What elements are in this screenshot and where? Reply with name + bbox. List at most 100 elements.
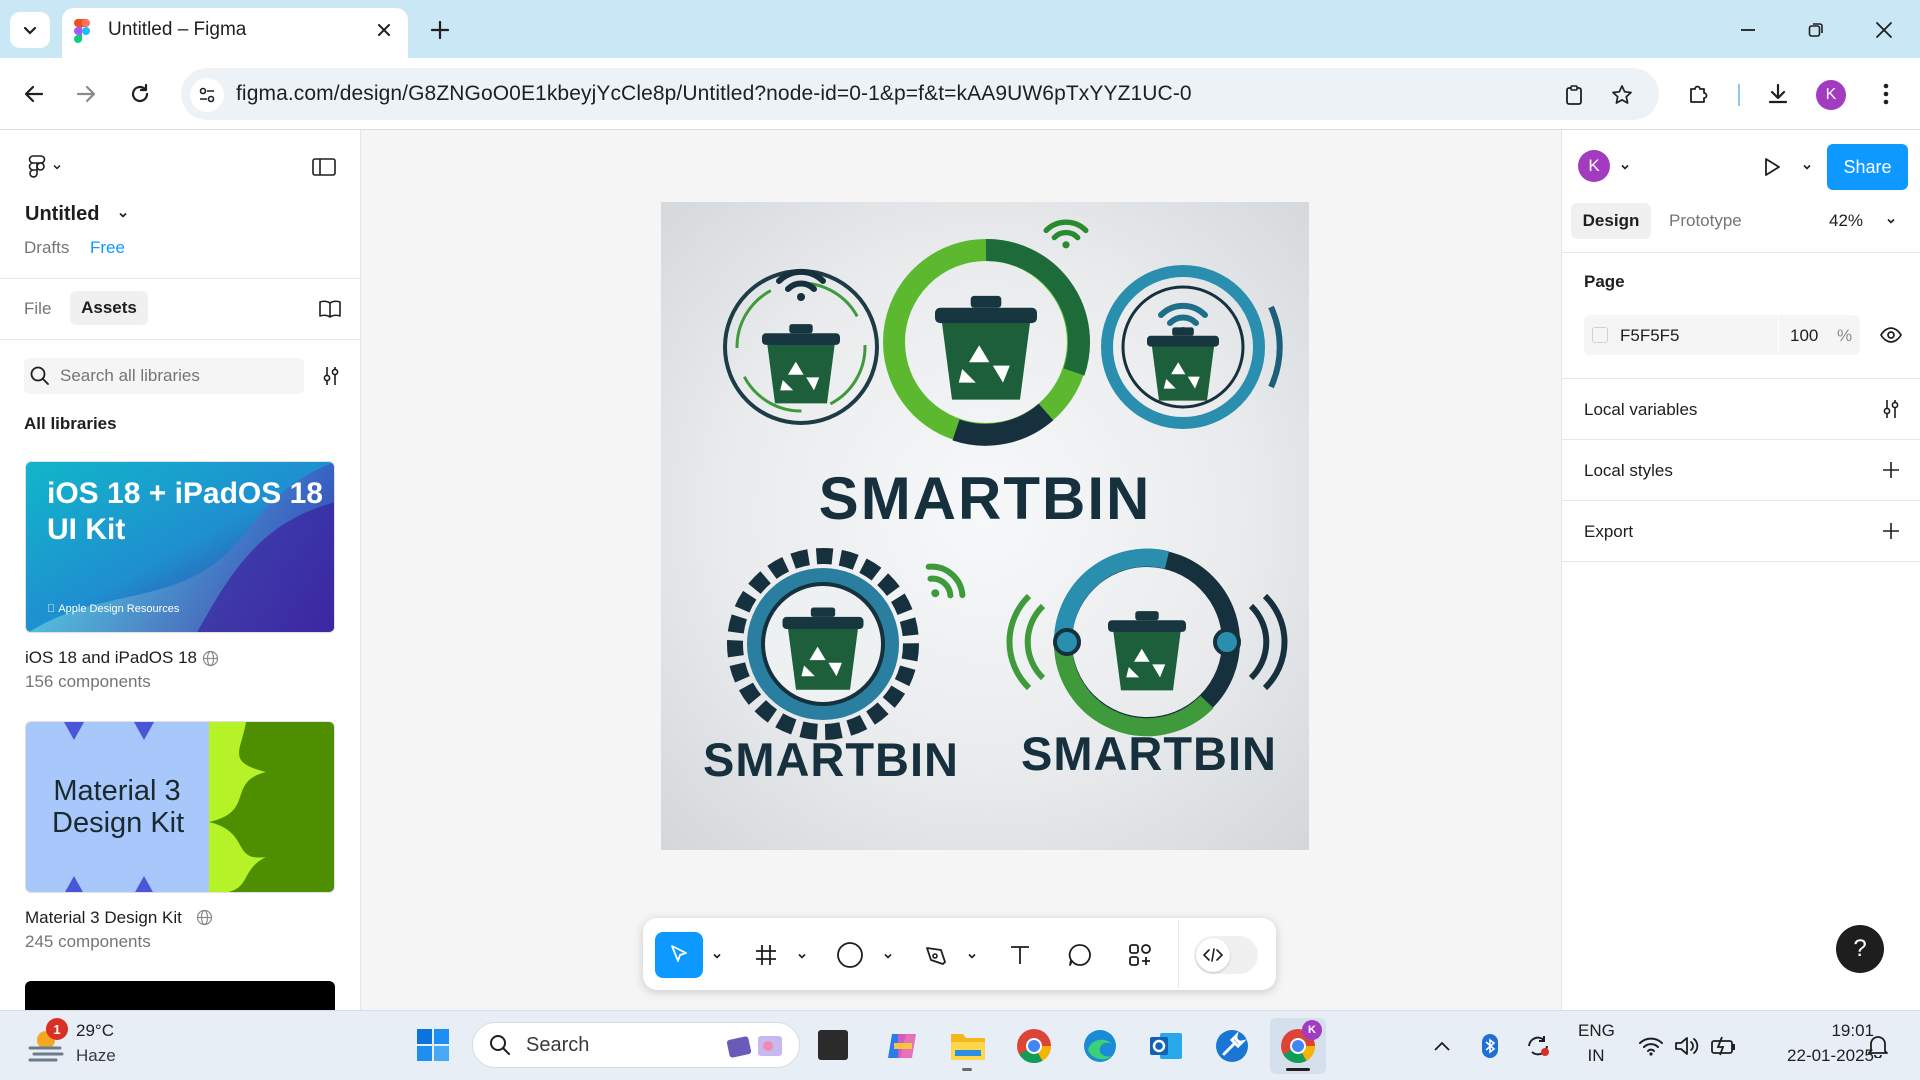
text-tool[interactable] — [998, 934, 1042, 976]
tab-file[interactable]: File — [24, 299, 51, 319]
page-color-hex[interactable]: F5F5F5 — [1620, 326, 1680, 346]
color-swatch[interactable] — [1592, 327, 1608, 343]
tools-app-icon[interactable] — [1210, 1024, 1254, 1068]
smartbin-logo-image[interactable]: SMARTBIN SMARTBIN SMARTBIN — [661, 202, 1309, 850]
tab-prototype[interactable]: Prototype — [1669, 211, 1742, 231]
divider — [1561, 439, 1920, 440]
extensions-button[interactable] — [1678, 76, 1718, 112]
language-indicator[interactable]: ENG — [1578, 1021, 1615, 1041]
wifi-icon — [1639, 1037, 1663, 1056]
file-explorer-app-icon[interactable] — [946, 1024, 990, 1068]
frame-tool[interactable] — [744, 934, 788, 976]
local-variables-section[interactable]: Local variables — [1584, 400, 1697, 420]
profile-avatar[interactable]: K — [1816, 80, 1846, 110]
chrome-app-icon[interactable] — [1012, 1024, 1056, 1068]
toggle-visibility-button[interactable] — [1876, 320, 1906, 350]
chevron-down-icon[interactable] — [966, 950, 978, 962]
plan-badge[interactable]: Free — [90, 238, 125, 258]
battery-tray-icon[interactable] — [1708, 1030, 1740, 1062]
share-button[interactable]: Share — [1827, 144, 1908, 190]
open-variables-button[interactable] — [1876, 394, 1906, 424]
close-tab-button[interactable] — [370, 16, 398, 44]
forward-button[interactable] — [66, 76, 106, 112]
bell-icon — [1868, 1036, 1888, 1058]
search-highlight-icon — [726, 1036, 782, 1058]
tab-search-button[interactable] — [10, 12, 50, 48]
url-text[interactable]: figma.com/design/G8ZNGoO0E1kbeyjYcCle8p/… — [236, 82, 1192, 106]
file-name[interactable]: Untitled — [25, 203, 99, 226]
library-thumb-title-line2: UI Kit — [47, 513, 126, 546]
library-name[interactable]: iOS 18 and iPadOS 18 — [25, 648, 197, 668]
page-opacity[interactable]: 100 — [1790, 326, 1818, 346]
chevron-down-icon[interactable] — [882, 950, 894, 962]
library-thumbnail-partial[interactable] — [25, 981, 335, 1010]
chevron-down-icon[interactable] — [1801, 161, 1813, 173]
clipboard-button[interactable] — [1556, 78, 1592, 112]
bottom-toolbar — [643, 918, 1276, 990]
add-export-button[interactable] — [1876, 516, 1906, 546]
language-region[interactable]: IN — [1578, 1046, 1614, 1066]
weather-desc[interactable]: Haze — [76, 1046, 116, 1066]
downloads-button[interactable] — [1758, 76, 1798, 112]
chevron-down-icon[interactable] — [1885, 215, 1897, 227]
filter-button[interactable] — [316, 362, 346, 390]
dev-mode-toggle[interactable] — [1194, 936, 1258, 974]
back-button[interactable] — [14, 76, 54, 112]
edge-app-icon[interactable] — [1078, 1024, 1122, 1068]
chrome-profile-badge: K — [1302, 1020, 1322, 1040]
library-button[interactable] — [314, 294, 346, 324]
show-hidden-icons-button[interactable] — [1426, 1030, 1458, 1062]
notifications-button[interactable] — [1862, 1030, 1894, 1062]
copilot-app-icon[interactable] — [880, 1024, 924, 1068]
restore-window-button[interactable] — [1796, 14, 1836, 46]
toggle-sidebar-button[interactable] — [308, 152, 340, 182]
divider — [1561, 378, 1920, 379]
clock-date[interactable]: 22-01-2025 — [1760, 1046, 1874, 1066]
chrome-menu-button[interactable] — [1868, 76, 1904, 112]
user-avatar[interactable]: K — [1578, 150, 1610, 182]
taskview-app-icon[interactable] — [818, 1030, 848, 1060]
close-window-button[interactable] — [1864, 14, 1904, 46]
bluetooth-tray-icon[interactable] — [1476, 1030, 1504, 1062]
reload-button[interactable] — [120, 76, 160, 112]
tab-assets[interactable]: Assets — [70, 291, 148, 325]
chevron-down-icon[interactable] — [796, 950, 808, 962]
file-location[interactable]: Drafts — [24, 238, 69, 258]
site-info-button[interactable] — [190, 78, 224, 112]
minimize-window-button[interactable] — [1728, 14, 1768, 46]
help-button[interactable]: ? — [1836, 925, 1884, 973]
zoom-level[interactable]: 42% — [1829, 211, 1863, 231]
present-button[interactable] — [1754, 150, 1788, 184]
edge-icon — [1084, 1030, 1116, 1062]
weather-temp[interactable]: 29°C — [76, 1021, 114, 1041]
chevron-down-icon[interactable] — [711, 950, 723, 962]
comment-tool[interactable] — [1058, 934, 1102, 976]
actions-tool[interactable] — [1118, 934, 1162, 976]
new-tab-button[interactable] — [424, 14, 456, 46]
outlook-app-icon[interactable] — [1144, 1024, 1188, 1068]
bookmark-button[interactable] — [1604, 78, 1640, 112]
more-vertical-icon — [1883, 83, 1889, 105]
clock-time[interactable]: 19:01 — [1760, 1021, 1874, 1041]
local-styles-section[interactable]: Local styles — [1584, 461, 1673, 481]
divider — [1561, 500, 1920, 501]
play-icon — [1765, 158, 1780, 176]
divider — [0, 278, 360, 279]
plus-icon — [1883, 523, 1899, 539]
chevron-down-icon[interactable] — [117, 209, 129, 221]
shape-tool[interactable] — [828, 934, 872, 976]
start-button[interactable] — [410, 1022, 456, 1068]
tab-title: Untitled – Figma — [108, 19, 247, 40]
add-style-button[interactable] — [1876, 455, 1906, 485]
divider — [1561, 252, 1920, 253]
wifi-tray-icon[interactable] — [1636, 1030, 1666, 1062]
chevron-down-icon[interactable] — [1619, 161, 1631, 173]
tab-design[interactable]: Design — [1571, 203, 1651, 239]
library-name[interactable]: Material 3 Design Kit — [25, 908, 182, 928]
volume-tray-icon[interactable] — [1672, 1030, 1702, 1062]
main-menu-button[interactable] — [22, 152, 68, 182]
sync-tray-icon[interactable] — [1522, 1030, 1554, 1062]
move-tool[interactable] — [655, 932, 703, 978]
export-section[interactable]: Export — [1584, 522, 1633, 542]
pen-tool[interactable] — [914, 934, 958, 976]
